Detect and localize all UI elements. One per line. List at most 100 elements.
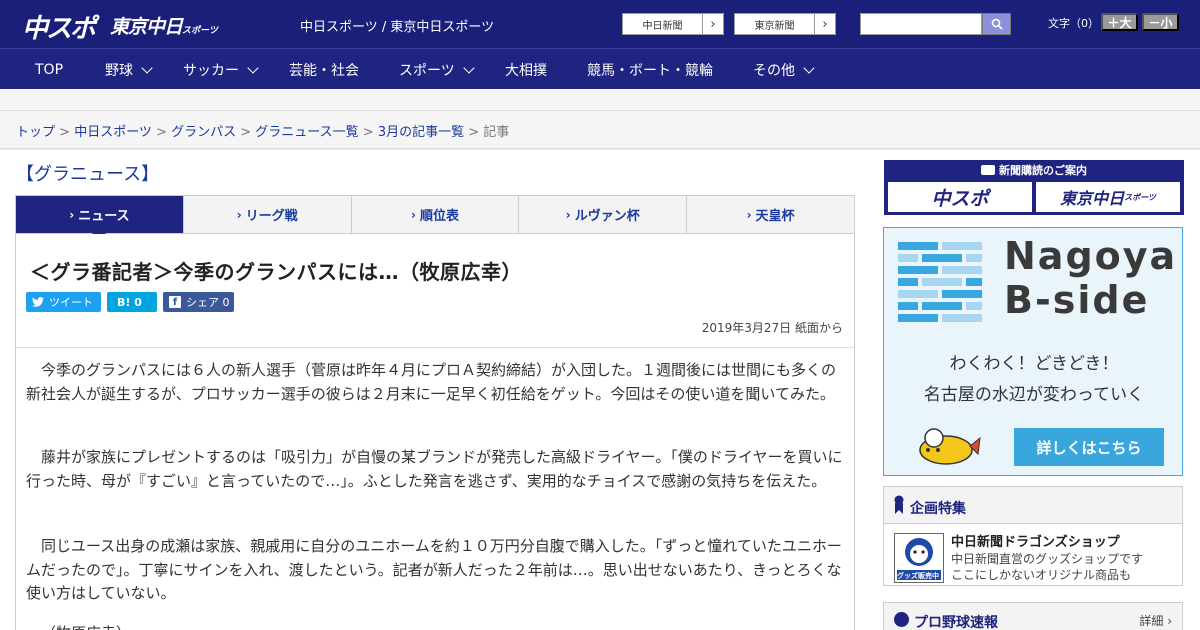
feature-section: 企画特集 グッズ販売中 中日新聞ドラゴンズショップ 中日新聞直営のグッズショップ… bbox=[883, 486, 1183, 586]
facebook-icon: f bbox=[169, 296, 181, 308]
chevron-down-icon bbox=[247, 61, 259, 74]
chuspo-logo[interactable]: 中スポ bbox=[22, 8, 96, 45]
breadcrumb-sep: > bbox=[236, 125, 256, 140]
section-title: 【グラニュース】 bbox=[16, 164, 160, 185]
facebook-share-button[interactable]: f シェア 0 bbox=[163, 292, 234, 312]
chevron-down-icon bbox=[803, 61, 815, 74]
shop-badge: グッズ販売中 bbox=[897, 572, 939, 580]
promo-tokyo-small: スポーツ bbox=[1124, 192, 1156, 202]
promo-tokyo-logo[interactable]: 東京中日 スポーツ bbox=[1036, 182, 1180, 212]
subscription-promo[interactable]: 新聞購読のご案内 中スポ 東京中日 スポーツ bbox=[884, 160, 1184, 215]
dragons-shop-description: 中日新聞直営のグッズショップです ここにしかないオリジナル商品も bbox=[951, 551, 1143, 583]
fried-shrimp-mascot-icon bbox=[919, 428, 981, 465]
tab-standings-label: 順位表 bbox=[419, 209, 459, 224]
hatena-label: B! 0 bbox=[117, 295, 142, 309]
chevron-right-icon: › bbox=[710, 16, 716, 32]
feature-header: 企画特集 bbox=[884, 487, 1182, 524]
promo-title: 新聞購読のご案内 bbox=[884, 162, 1184, 178]
nav-sports-label: スポーツ bbox=[399, 62, 455, 79]
tokyo-chunichi-logo[interactable]: 東京中日スポーツ bbox=[110, 12, 218, 39]
breadcrumb-sep: > bbox=[55, 125, 75, 140]
tab-league[interactable]: › リーグ戦 bbox=[184, 196, 352, 233]
banner-details-button[interactable]: 詳しくはこちら bbox=[1014, 428, 1164, 466]
nav-sumo[interactable]: 大相撲 bbox=[505, 49, 547, 90]
nav-soccer[interactable]: サッカー bbox=[183, 49, 259, 90]
chevron-right-icon: › bbox=[236, 207, 242, 222]
banner-title-line2: B-side bbox=[1004, 278, 1150, 322]
pro-baseball-detail-link[interactable]: 詳細 › bbox=[1139, 612, 1172, 629]
chevron-right-icon: › bbox=[565, 207, 571, 222]
article-date: 2019年3月27日 紙面から bbox=[701, 321, 843, 335]
nav-entertainment[interactable]: 芸能・社会 bbox=[289, 49, 359, 90]
banner-subtitle-1: わくわく！どきどき！ bbox=[949, 354, 1119, 374]
article-byline: （牧原広幸） bbox=[26, 622, 844, 630]
article-paragraph: 藤井が家族にプレゼントするのは「吸引力」が自慢の某ブランドが発売した高級ドライヤ… bbox=[26, 448, 843, 490]
breadcrumb-gra-news-list[interactable]: グラニュース一覧 bbox=[255, 125, 358, 140]
promo-tokyo-text: 東京中日 bbox=[1060, 189, 1125, 208]
chunichi-shimbun-button[interactable]: 中日新聞 › bbox=[622, 13, 724, 35]
nav-keiba[interactable]: 競馬・ボート・競輪 bbox=[587, 49, 713, 90]
brick-wall-graphic bbox=[898, 242, 982, 324]
tab-news[interactable]: › ニュース bbox=[16, 196, 184, 240]
nav-top[interactable]: TOP bbox=[35, 49, 63, 90]
tab-emperors-cup[interactable]: › 天皇杯 bbox=[687, 196, 854, 233]
tokyo-shimbun-button[interactable]: 東京新聞 › bbox=[734, 13, 836, 35]
ribbon-icon bbox=[894, 495, 904, 514]
article-divider bbox=[16, 347, 854, 348]
font-size-label: 文字（0） bbox=[1048, 17, 1099, 30]
nav-sports[interactable]: スポーツ bbox=[399, 49, 475, 90]
breadcrumb-grampus[interactable]: グランパス bbox=[171, 125, 236, 140]
breadcrumb-sep: > bbox=[464, 125, 484, 140]
article-paragraph: 同じユース出身の成瀬は家族、親戚用に自分のユニホームを約１０万円分自腹で購入した… bbox=[26, 537, 842, 602]
pro-baseball-title: プロ野球速報 bbox=[914, 615, 998, 630]
dragons-shop-image[interactable]: グッズ販売中 bbox=[894, 533, 944, 583]
chevron-right-icon: › bbox=[822, 16, 828, 32]
category-tabs: › ニュース › リーグ戦 › 順位表 › ルヴァン杯 › 天皇杯 bbox=[15, 195, 855, 240]
banner-title: Nagoya B-side bbox=[1004, 234, 1177, 322]
shop-desc-line1: 中日新聞直営のグッズショップです bbox=[951, 552, 1144, 566]
newspaper-icon bbox=[981, 165, 995, 175]
breadcrumb-sep: > bbox=[151, 125, 172, 140]
facebook-share-label: シェア 0 bbox=[186, 296, 230, 309]
font-smaller-button[interactable]: －小 bbox=[1142, 13, 1179, 31]
breadcrumb: トップ > 中日スポーツ > グランパス > グラニュース一覧 > 3月の記事一… bbox=[16, 121, 509, 140]
tab-standings[interactable]: › 順位表 bbox=[352, 196, 520, 233]
search-icon bbox=[991, 18, 1003, 30]
site-names: 中日スポーツ / 東京中日スポーツ bbox=[300, 20, 495, 35]
nav-other-label: その他 bbox=[753, 62, 795, 79]
tab-levain-cup[interactable]: › ルヴァン杯 bbox=[519, 196, 688, 233]
twitter-bird-icon bbox=[32, 297, 44, 307]
tab-league-label: リーグ戦 bbox=[245, 209, 298, 224]
nav-other[interactable]: その他 bbox=[753, 49, 815, 90]
nav-soccer-label: サッカー bbox=[183, 62, 239, 79]
ad-strip bbox=[0, 89, 1200, 111]
chevron-right-icon: › bbox=[746, 207, 752, 222]
nav-top-label: TOP bbox=[35, 61, 64, 78]
hatena-bookmark-button[interactable]: B! 0 bbox=[107, 292, 157, 312]
pro-baseball-scores: プロ野球速報 詳細 › bbox=[883, 602, 1183, 630]
dragons-shop-link[interactable]: 中日新聞ドラゴンズショップ bbox=[951, 531, 1120, 550]
tokyo-logo-text: 東京中日 bbox=[110, 16, 183, 38]
breadcrumb-current: 記事 bbox=[483, 125, 510, 140]
tab-emperors-cup-label: 天皇杯 bbox=[755, 209, 795, 224]
breadcrumb-sep: > bbox=[358, 125, 378, 140]
search-input[interactable] bbox=[860, 13, 982, 35]
breadcrumb-chuspo[interactable]: 中日スポーツ bbox=[74, 125, 152, 140]
article-paragraph: 今季のグランパスには６人の新人選手（菅原は昨年４月にプロＡ契約締結）が入団した。… bbox=[26, 361, 837, 403]
nav-baseball[interactable]: 野球 bbox=[105, 49, 153, 90]
article-headline: ＜グラ番記者＞今季のグランパスには…（牧原広幸） bbox=[30, 260, 522, 284]
breadcrumb-march-list[interactable]: 3月の記事一覧 bbox=[378, 125, 464, 140]
nagoya-bside-banner[interactable]: Nagoya B-side わくわく！どきどき！ 名古屋の水辺が変わっていく 詳し… bbox=[883, 227, 1183, 476]
main-nav: TOP 野球 サッカー 芸能・社会 スポーツ 大相撲 競馬・ボート・競輪 その他 bbox=[0, 48, 1200, 89]
chevron-down-icon bbox=[141, 61, 153, 74]
tab-news-label: ニュース bbox=[78, 209, 130, 224]
feature-title: 企画特集 bbox=[910, 501, 966, 517]
font-larger-button[interactable]: ＋大 bbox=[1101, 13, 1138, 31]
header-bar: 中スポ 東京中日スポーツ 中日スポーツ / 東京中日スポーツ 中日新聞 › 東京… bbox=[0, 0, 1200, 48]
tab-levain-cup-label: ルヴァン杯 bbox=[574, 209, 640, 224]
promo-chuspo-logo[interactable]: 中スポ bbox=[888, 182, 1032, 212]
chevron-down-icon bbox=[463, 61, 475, 74]
search-button[interactable] bbox=[982, 13, 1011, 35]
tweet-button[interactable]: ツイート bbox=[26, 292, 101, 312]
breadcrumb-top[interactable]: トップ bbox=[16, 125, 55, 140]
